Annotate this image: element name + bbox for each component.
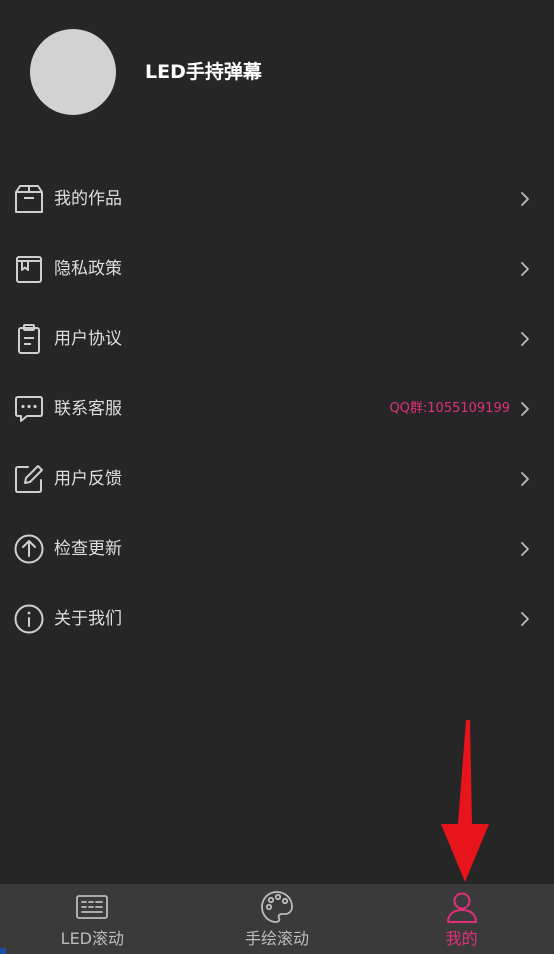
chevron-right-icon [520,611,530,627]
tab-hand-drawn-scroll[interactable]: 手绘滚动 [185,884,370,954]
qq-group-number: QQ群:1055109199 [389,401,510,416]
menu-item-label: 用户反馈 [54,469,122,489]
menu-item-user-agreement[interactable]: 用户协议 [0,304,554,374]
profile-header: LED手持弹幕 [0,0,554,145]
tab-label: 我的 [445,929,478,948]
chevron-right-icon [520,471,530,487]
upload-circle-icon [13,533,45,565]
book-icon [13,253,45,285]
edit-icon [13,463,45,495]
chevron-right-icon [520,191,530,207]
settings-menu: 我的作品 隐私政策 用户协议 联系客服 QQ群:1055109199 用户反馈 … [0,164,554,654]
avatar[interactable] [30,29,116,115]
menu-item-label: 检查更新 [54,539,122,559]
box-icon [13,183,45,215]
chevron-right-icon [520,261,530,277]
chevron-right-icon [520,541,530,557]
menu-item-feedback[interactable]: 用户反馈 [0,444,554,514]
palette-icon [259,889,295,925]
menu-item-label: 用户协议 [54,329,122,349]
clipboard-icon [13,323,45,355]
chevron-right-icon [520,401,530,417]
annotation-arrow [436,716,496,884]
menu-item-label: 联系客服 [54,399,122,419]
tab-label: 手绘滚动 [245,929,310,948]
menu-item-contact-support[interactable]: 联系客服 QQ群:1055109199 [0,374,554,444]
chat-bubble-icon [13,393,45,425]
menu-item-label: 关于我们 [54,609,122,629]
menu-item-my-works[interactable]: 我的作品 [0,164,554,234]
tab-mine[interactable]: 我的 [369,884,554,954]
user-icon [444,889,480,925]
tab-label: LED滚动 [60,929,125,948]
menu-item-privacy-policy[interactable]: 隐私政策 [0,234,554,304]
chevron-right-icon [520,331,530,347]
bottom-tab-bar: LED滚动 手绘滚动 我的 [0,884,554,954]
info-icon [13,603,45,635]
corner-mark [0,948,6,954]
tab-led-scroll[interactable]: LED滚动 [0,884,185,954]
keyboard-icon [74,889,110,925]
menu-item-check-update[interactable]: 检查更新 [0,514,554,584]
menu-item-about-us[interactable]: 关于我们 [0,584,554,654]
menu-item-label: 隐私政策 [54,259,122,279]
menu-item-label: 我的作品 [54,189,122,209]
app-name: LED手持弹幕 [145,61,262,83]
